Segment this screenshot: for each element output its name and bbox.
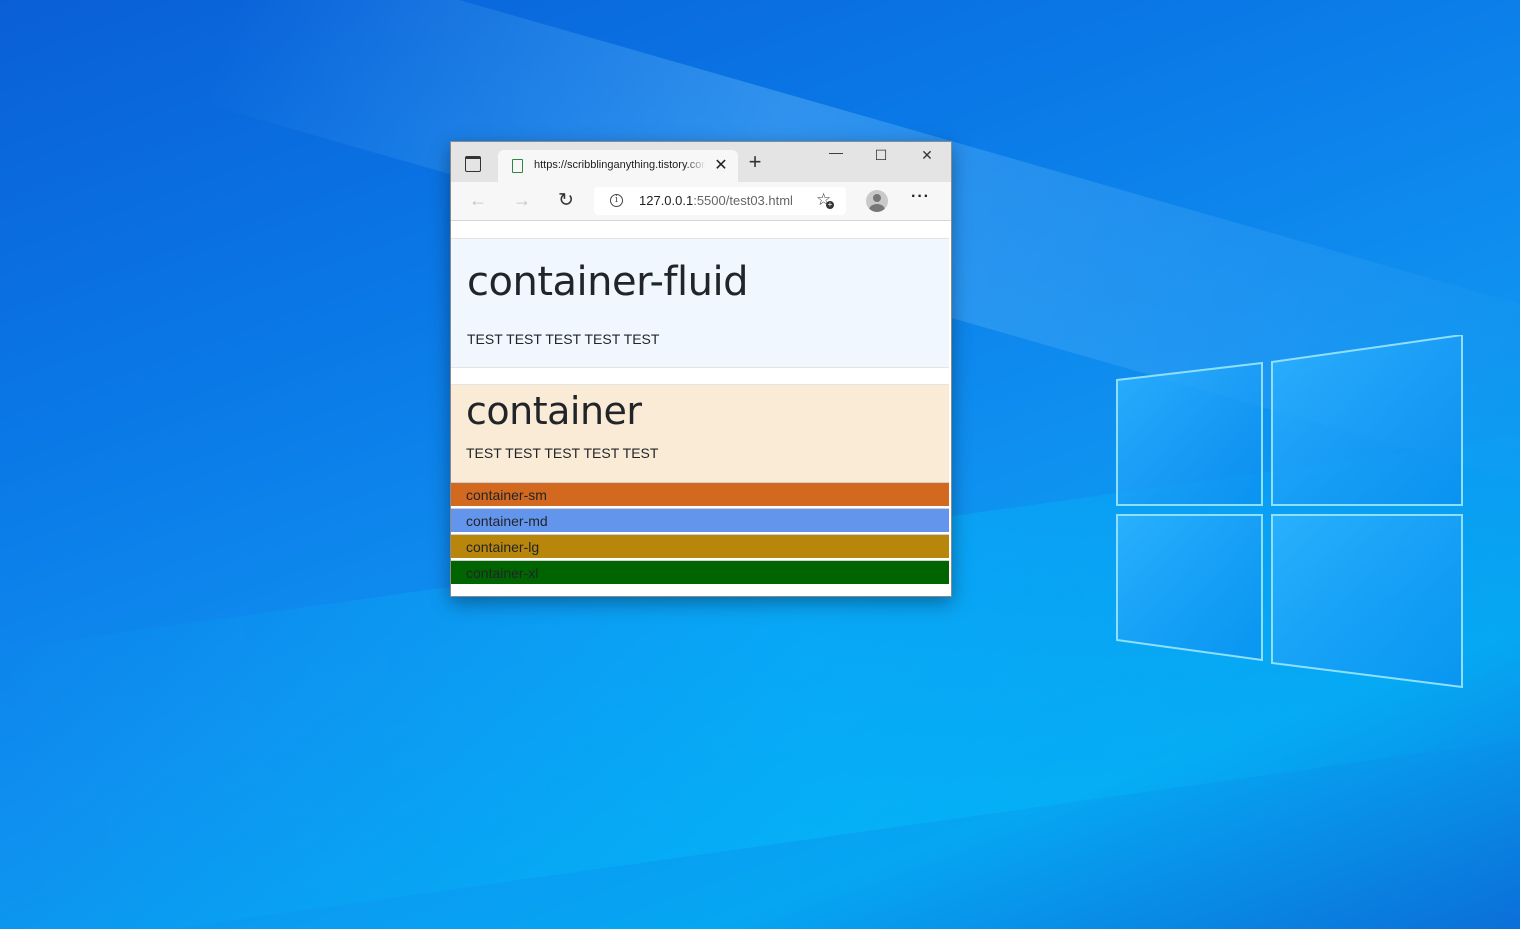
fluid-heading: container-fluid [467,259,748,305]
tab-title: https://scribblinganything.tistory.com [534,159,706,171]
browser-window: https://scribblinganything.tistory.com ✕… [450,141,952,597]
container-lg-bar: container-lg [451,534,949,558]
page-icon [512,159,523,173]
arrow-right-icon[interactable]: → [511,190,533,211]
refresh-icon[interactable]: ↻ [555,189,577,212]
page-viewport: container-fluid TEST TEST TEST TEST TEST… [451,221,951,596]
maximize-button[interactable]: ☐ [871,147,891,164]
tab-actions-icon[interactable] [465,156,481,172]
more-options-icon[interactable]: ··· [911,188,930,206]
container-section: container TEST TEST TEST TEST TEST [451,384,949,483]
avatar-head [873,194,881,202]
info-icon[interactable]: i [610,194,623,207]
fluid-text: TEST TEST TEST TEST TEST [467,331,660,347]
container-heading: container [466,389,642,433]
profile-icon[interactable] [866,190,888,212]
title-bar: https://scribblinganything.tistory.com ✕… [451,142,951,182]
arrow-left-icon[interactable]: ← [467,190,489,211]
container-md-bar: container-md [451,508,949,532]
container-fluid-section: container-fluid TEST TEST TEST TEST TEST [451,238,949,368]
container-text: TEST TEST TEST TEST TEST [466,445,659,461]
plus-badge-icon: + [826,200,834,209]
windows-logo [1116,335,1463,689]
container-xl-bar: container-xl [451,560,949,584]
address-bar[interactable]: i 127.0.0.1:5500/test03.html ☆ + [594,187,846,215]
new-tab-button[interactable]: + [745,151,765,173]
browser-tab[interactable]: https://scribblinganything.tistory.com ✕ [498,150,738,182]
container-sm-bar: container-sm [451,482,949,506]
close-window-button[interactable]: ✕ [917,147,937,164]
browser-toolbar: ← → ↻ i 127.0.0.1:5500/test03.html ☆ + ·… [451,182,951,221]
url-host: 127.0.0.1 [639,193,694,208]
avatar-body [869,204,885,212]
url-text[interactable]: 127.0.0.1:5500/test03.html [639,193,793,208]
close-tab-icon[interactable]: ✕ [712,155,730,175]
minimize-button[interactable]: — [826,144,846,160]
url-path: :5500/test03.html [693,193,793,208]
